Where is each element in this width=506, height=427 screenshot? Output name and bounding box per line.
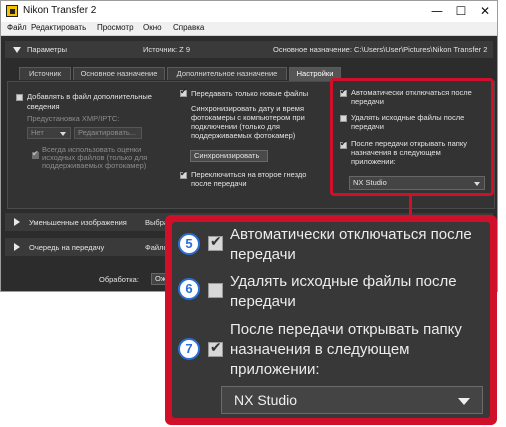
thumbnails-title: Уменьшенные изображения <box>29 218 127 227</box>
app-select-value: NX Studio <box>353 178 387 187</box>
callout-open-after-label-2: назначения в следующем <box>230 341 410 358</box>
add-info-checkbox[interactable] <box>16 94 23 101</box>
callout-open-after-label-1: После передачи открывать папку <box>230 321 462 338</box>
queue-title: Очередь на передачу <box>29 243 105 252</box>
sync-button[interactable]: Синхронизировать <box>190 150 268 162</box>
app-logo-icon <box>6 5 18 17</box>
xmp-preset-select[interactable]: Нет <box>27 127 71 139</box>
callout-auto-disconnect-label-1: Автоматически отключаться после <box>230 226 472 243</box>
xmp-preset-value: Нет <box>31 128 44 137</box>
menu-view[interactable]: Просмотр <box>97 23 134 32</box>
menu-window[interactable]: Окно <box>143 23 162 32</box>
callout-auto-disconnect-checkbox[interactable] <box>208 234 223 251</box>
open-after-label-1: После передачи открывать папку <box>351 139 467 148</box>
dropdown-arrow-icon <box>474 182 480 186</box>
delete-source-checkbox[interactable] <box>340 115 347 122</box>
callout-app-select[interactable]: NX Studio <box>221 386 483 414</box>
delete-source-label-1: Удалять исходные файлы после <box>351 113 465 122</box>
close-button[interactable]: ✕ <box>477 3 493 19</box>
badge-6: 6 <box>178 278 200 300</box>
destination-label: Основное назначение: C:\Users\User\Pictu… <box>273 45 488 54</box>
tab-primary-destination[interactable]: Основное назначение <box>73 67 165 80</box>
open-after-checkbox[interactable] <box>340 139 347 149</box>
auto-disconnect-label-1: Автоматически отключаться после <box>351 88 472 97</box>
callout-delete-source-checkbox[interactable] <box>208 283 223 298</box>
params-panel-header[interactable]: Параметры Источник: Z 9 Основное назначе… <box>5 41 493 58</box>
use-ratings-label-3: поддерживаемых фотокамер) <box>42 161 147 170</box>
transfer-new-label: Передавать только новые файлы <box>191 89 309 98</box>
window-title: Nikon Transfer 2 <box>23 5 97 16</box>
callout-delete-source-label-1: Удалять исходные файлы после <box>230 273 457 290</box>
callout-open-after-checkbox[interactable] <box>208 340 223 357</box>
menu-edit[interactable]: Редактировать <box>31 23 86 32</box>
expand-triangle-icon[interactable] <box>14 243 20 251</box>
menu-file[interactable]: Файл <box>7 23 27 32</box>
add-info-label: Добавлять в файл дополнительные сведения <box>27 92 152 111</box>
auto-disconnect-label-2: передачи <box>351 97 384 106</box>
transfer-new-checkbox[interactable] <box>180 87 187 97</box>
tab-backup-destination[interactable]: Дополнительное назначение <box>167 67 287 80</box>
tab-source[interactable]: Источник <box>19 67 71 80</box>
app-select[interactable]: NX Studio <box>349 176 485 190</box>
delete-source-label-2: передачи <box>351 122 384 131</box>
sync-label-1: Синхронизировать дату и время <box>191 104 305 113</box>
sync-label-4: поддерживаемых фотокамер) <box>191 131 296 140</box>
dropdown-arrow-icon <box>458 398 470 405</box>
open-after-label-3: приложении: <box>351 157 396 166</box>
switch-slot-checkbox[interactable] <box>180 169 187 179</box>
highlight-box: Автоматически отключаться после передачи… <box>330 78 494 196</box>
source-label: Источник: Z 9 <box>143 45 191 54</box>
menu-help[interactable]: Справка <box>173 23 204 32</box>
title-bar: Nikon Transfer 2 — ☐ ✕ <box>1 1 497 22</box>
callout-open-after-label-3: приложении: <box>230 361 320 378</box>
processing-label: Обработка: <box>99 275 139 284</box>
sync-label-2: фотокамеры с компьютером при <box>191 113 305 122</box>
menu-bar: Файл Редактировать Просмотр Окно Справка <box>1 22 497 36</box>
edit-button[interactable]: Редактировать... <box>74 127 142 139</box>
badge-5: 5 <box>178 233 200 255</box>
switch-slot-label-1: Переключиться на второе гнездо <box>191 170 307 179</box>
dropdown-arrow-icon <box>60 132 66 136</box>
auto-disconnect-checkbox[interactable] <box>340 87 347 97</box>
params-title: Параметры <box>27 45 67 54</box>
sync-label-3: подключении (только для <box>191 122 280 131</box>
collapse-triangle-icon[interactable] <box>13 47 21 53</box>
maximize-button[interactable]: ☐ <box>453 3 469 19</box>
callout-auto-disconnect-label-2: передачи <box>230 246 296 263</box>
callout-app-select-value: NX Studio <box>234 392 298 408</box>
use-ratings-checkbox[interactable] <box>32 149 39 159</box>
badge-7: 7 <box>178 338 200 360</box>
callout-connector <box>409 196 412 216</box>
minimize-button[interactable]: — <box>429 3 445 19</box>
xmp-preset-label: Предустановка XMP/IPTC: <box>27 114 120 123</box>
open-after-label-2: назначения в следующем <box>351 148 441 157</box>
switch-slot-label-2: после передачи <box>191 179 247 188</box>
expand-triangle-icon[interactable] <box>14 218 20 226</box>
callout-delete-source-label-2: передачи <box>230 293 296 310</box>
